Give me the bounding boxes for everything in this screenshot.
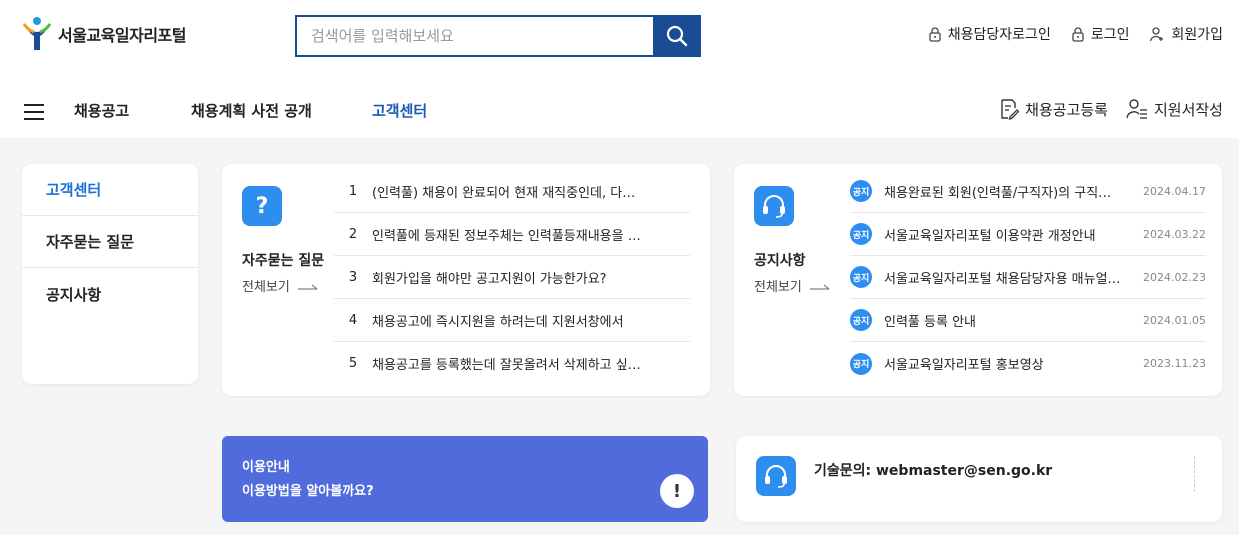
notice-item-title: 서울교육일자리포털 홍보영상 xyxy=(884,358,1044,373)
faq-number: 5 xyxy=(348,356,358,371)
search-icon xyxy=(666,25,688,47)
notice-card: 공지사항 전체보기 공지 채용완료된 회원(인력풀/구직자)의 구직… 2024.0… xyxy=(734,164,1222,396)
lock-icon xyxy=(1072,27,1084,42)
search-bar xyxy=(295,15,701,57)
faq-number: 2 xyxy=(348,226,358,242)
notice-item-date: 2024.04.17 xyxy=(1143,184,1206,198)
faq-question: 회원가입을 해야만 공고지원이 가능한가요? xyxy=(372,271,607,287)
faq-question: 채용공고를 등록했는데 잘못올려서 삭제하고 싶… xyxy=(372,358,641,373)
headset-icon xyxy=(756,456,796,496)
faq-item[interactable]: 2 인력풀에 등재된 정보주체는 인력풀등재내용을 … xyxy=(334,213,690,256)
faq-view-all-label: 전체보기 xyxy=(242,280,290,295)
faq-item[interactable]: 5 채용공고를 등록했는데 잘못올려서 삭제하고 싶… xyxy=(334,342,690,385)
notice-item-title: 채용완료된 회원(인력풀/구직자)의 구직… xyxy=(884,185,1112,201)
signup-link[interactable]: 회원가입 xyxy=(1149,24,1223,44)
nav-item-job-postings[interactable]: 채용공고 xyxy=(74,100,129,121)
tech-support-card: 기술문의: webmaster@sen.go.kr xyxy=(736,436,1222,522)
notice-item[interactable]: 공지 채용완료된 회원(인력풀/구직자)의 구직… 2024.04.17 xyxy=(850,170,1206,213)
login-link[interactable]: 로그인 xyxy=(1071,24,1130,44)
site-logo[interactable]: 서울교육일자리포털 xyxy=(22,16,186,52)
faq-number: 4 xyxy=(348,312,358,328)
faq-item[interactable]: 1 (인력풀) 채용이 완료되어 현재 재직중인데, 다… xyxy=(334,170,690,213)
logo-icon xyxy=(22,17,52,50)
signup-label: 회원가입 xyxy=(1171,27,1223,43)
main-nav: 채용공고 채용계획 사전 공개 고객센터 채용공고등록 지원서작성 xyxy=(0,86,1239,138)
notice-badge: 공지 xyxy=(850,352,872,375)
faq-number: 1 xyxy=(348,183,358,199)
write-application-label: 지원서작성 xyxy=(1153,100,1223,119)
recruiter-login-label: 채용담당자로그인 xyxy=(947,27,1051,43)
post-job-button[interactable]: 채용공고등록 xyxy=(999,98,1108,120)
lock-icon xyxy=(929,27,941,42)
header: 서울교육일자리포털 채용담당자로그인 로그인 xyxy=(0,0,1239,138)
notice-item-title: 서울교육일자리포털 이용약관 개정안내 xyxy=(884,228,1096,244)
notice-item-date: 2024.02.23 xyxy=(1143,270,1206,284)
notice-badge: 공지 xyxy=(850,223,872,245)
notice-item-title: 서울교육일자리포털 채용담당자용 매뉴얼… xyxy=(884,271,1121,287)
notice-item[interactable]: 공지 서울교육일자리포털 이용약관 개정안내 2024.03.22 xyxy=(850,213,1206,256)
notice-item-date: 2024.01.05 xyxy=(1143,313,1206,327)
guide-subtitle: 이용방법을 알아볼까요? xyxy=(242,484,374,499)
faq-item[interactable]: 4 채용공고에 즉시지원을 하려는데 지원서창에서 xyxy=(334,299,690,342)
notice-badge: 공지 xyxy=(850,180,872,202)
tech-support-email: 기술문의: webmaster@sen.go.kr xyxy=(814,463,1053,479)
notice-item-date: 2023.11.23 xyxy=(1143,357,1206,370)
notice-item-title: 인력풀 등록 안내 xyxy=(884,314,976,330)
search-button[interactable] xyxy=(653,15,701,57)
notice-badge: 공지 xyxy=(850,266,872,288)
logo-text: 서울교육일자리포털 xyxy=(58,26,186,45)
sidenav-item-notice[interactable]: 공지사항 xyxy=(22,268,198,320)
notice-view-all-label: 전체보기 xyxy=(754,280,802,295)
nav-right-actions: 채용공고등록 지원서작성 xyxy=(999,98,1223,120)
faq-view-all-link[interactable]: 전체보기 xyxy=(242,276,342,295)
arrow-right-icon xyxy=(809,284,830,289)
side-nav: 고객센터 자주묻는 질문 공지사항 xyxy=(22,164,198,384)
notice-badge: 공지 xyxy=(850,309,872,331)
notice-item-date: 2024.03.22 xyxy=(1143,227,1206,241)
sidenav-item-customer-center[interactable]: 고객센터 xyxy=(22,164,198,216)
headset-icon xyxy=(754,186,794,226)
question-icon: ? xyxy=(242,186,282,226)
notice-list: 공지 채용완료된 회원(인력풀/구직자)의 구직… 2024.04.17 공지 서울교… xyxy=(850,170,1206,385)
nav-item-hiring-plan[interactable]: 채용계획 사전 공개 xyxy=(191,100,312,121)
notice-item[interactable]: 공지 인력풀 등록 안내 2024.01.05 xyxy=(850,299,1206,342)
faq-card-header: ? 자주묻는 질문 전체보기 xyxy=(242,186,342,295)
faq-question: (인력풀) 채용이 완료되어 현재 재직중인데, 다… xyxy=(372,185,636,201)
utility-menu: 채용담당자로그인 로그인 회원가입 xyxy=(928,24,1223,44)
faq-title: 자주묻는 질문 xyxy=(242,253,325,269)
divider xyxy=(1194,456,1195,492)
usage-guide-banner[interactable]: 이용안내 이용방법을 알아볼까요? ! xyxy=(222,436,708,522)
notice-item[interactable]: 공지 서울교육일자리포털 채용담당자용 매뉴얼… 2024.02.23 xyxy=(850,256,1206,299)
user-add-icon xyxy=(1150,27,1164,42)
search-input[interactable] xyxy=(295,15,653,57)
faq-question: 채용공고에 즉시지원을 하려는데 지원서창에서 xyxy=(372,314,624,330)
exclamation-icon: ! xyxy=(660,474,694,508)
user-document-icon xyxy=(1126,99,1147,119)
post-job-label: 채용공고등록 xyxy=(1025,100,1108,119)
notice-title: 공지사항 xyxy=(754,253,806,269)
notice-card-header: 공지사항 전체보기 xyxy=(754,186,854,295)
faq-question: 인력풀에 등재된 정보주체는 인력풀등재내용을 … xyxy=(372,228,641,244)
login-label: 로그인 xyxy=(1090,27,1130,43)
guide-title: 이용안내 xyxy=(242,460,290,475)
faq-item[interactable]: 3 회원가입을 해야만 공고지원이 가능한가요? xyxy=(334,256,690,299)
notice-item[interactable]: 공지 서울교육일자리포털 홍보영상 2023.11.23 xyxy=(850,342,1206,385)
faq-number: 3 xyxy=(348,269,358,285)
faq-list: 1 (인력풀) 채용이 완료되어 현재 재직중인데, 다… 2 인력풀에 등재된 정… xyxy=(334,170,690,385)
nav-item-customer-center[interactable]: 고객센터 xyxy=(372,100,427,121)
write-application-button[interactable]: 지원서작성 xyxy=(1126,98,1223,120)
recruiter-login-link[interactable]: 채용담당자로그인 xyxy=(928,24,1051,44)
arrow-right-icon xyxy=(297,284,318,289)
sidenav-item-faq[interactable]: 자주묻는 질문 xyxy=(22,216,198,268)
faq-card: ? 자주묻는 질문 전체보기 1 (인력풀) 채용이 완료되어 현재 재직중인데,… xyxy=(222,164,710,396)
document-edit-icon xyxy=(1001,99,1020,120)
hamburger-menu-icon[interactable] xyxy=(24,104,44,120)
notice-view-all-link[interactable]: 전체보기 xyxy=(754,276,854,295)
